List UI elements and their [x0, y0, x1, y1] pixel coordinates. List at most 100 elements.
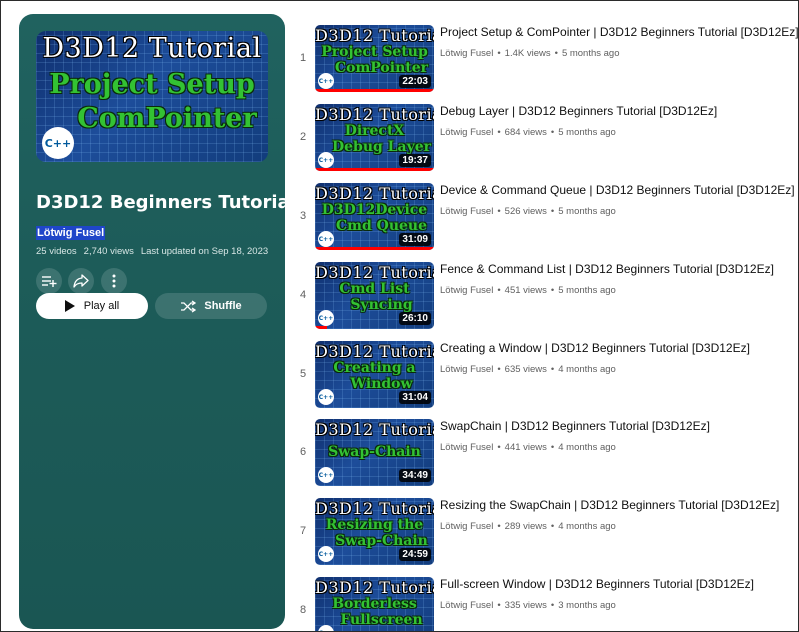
channel-name-link[interactable]: Lötwig Fusel — [440, 364, 493, 375]
separator-dot: • — [497, 127, 501, 138]
video-title-link[interactable]: Project Setup & ComPointer | D3D12 Begin… — [440, 25, 798, 39]
separator-dot: • — [497, 364, 501, 375]
video-age: 5 months ago — [558, 285, 616, 296]
video-duration: 19:37 — [399, 154, 431, 167]
separator-dot: • — [497, 521, 501, 532]
video-meta: Lötwig Fusel • 1.4K views • 5 months ago — [440, 48, 620, 59]
thumbnail-header-text: D3D12 Tutorial — [315, 263, 434, 282]
video-thumbnail[interactable]: D3D12 TutorialCreating aWindow C++ 31:04 — [315, 341, 434, 408]
more-actions-button[interactable] — [101, 268, 127, 294]
save-to-playlist-button[interactable] — [36, 268, 62, 294]
play-icon — [64, 300, 75, 312]
video-meta: Lötwig Fusel • 441 views • 4 months ago — [440, 442, 616, 453]
video-age: 4 months ago — [558, 364, 616, 375]
video-views: 684 views — [504, 127, 547, 138]
video-duration: 34:49 — [399, 469, 431, 482]
thumbnail-subtitle-line1: Project Setup — [321, 44, 428, 60]
thumbnail-subtitle-line1: Resizing the — [325, 517, 424, 533]
thumbnail-subtitle-line1: Cmd List — [339, 281, 410, 297]
video-age: 5 months ago — [558, 127, 616, 138]
video-meta: Lötwig Fusel • 526 views • 5 months ago — [440, 206, 616, 217]
video-row[interactable]: 4 D3D12 TutorialCmd ListSyncing C++ 26:10 Fe… — [291, 262, 796, 334]
thumbnail-header-text: D3D12 Tutorial — [315, 105, 434, 124]
video-title-link[interactable]: Debug Layer | D3D12 Beginners Tutorial [… — [440, 104, 717, 118]
video-views: 526 views — [504, 206, 547, 217]
separator-dot: • — [497, 48, 501, 59]
video-age: 4 months ago — [558, 442, 616, 453]
cpp-logo-icon: C++ — [318, 152, 334, 168]
thumbnail-subtitle-line1: Borderless — [332, 596, 417, 612]
channel-name-link[interactable]: Lötwig Fusel — [440, 442, 493, 453]
video-duration: 31:04 — [399, 391, 431, 404]
view-count: 2,740 views — [83, 246, 134, 257]
video-index: 6 — [299, 446, 307, 458]
cpp-logo-icon: C++ — [318, 389, 334, 405]
video-title-link[interactable]: SwapChain | D3D12 Beginners Tutorial [D3… — [440, 419, 710, 433]
video-thumbnail[interactable]: D3D12 TutorialResizing theSwap-ChainC++ 2… — [315, 498, 434, 565]
cpp-logo-icon: C++ — [42, 127, 74, 159]
channel-name-link[interactable]: Lötwig Fusel — [440, 285, 493, 296]
video-views: 335 views — [504, 600, 547, 611]
video-thumbnail[interactable]: D3D12 Tutorial Swap-Chain C++ 34:49 — [315, 419, 434, 486]
watch-progress-bar — [315, 168, 434, 171]
video-index: 4 — [299, 289, 307, 301]
playlist-owner-link[interactable]: Lötwig Fusel — [36, 226, 106, 240]
thumbnail-subtitle-line1: Creating a — [333, 360, 416, 376]
separator-dot: • — [497, 206, 501, 217]
video-thumbnail[interactable]: D3D12 TutorialCmd ListSyncing C++ 26:10 — [315, 262, 434, 329]
channel-name-link[interactable]: Lötwig Fusel — [440, 48, 493, 59]
thumbnail-subtitle-line2: Window — [350, 376, 413, 392]
channel-name-link[interactable]: Lötwig Fusel — [440, 600, 493, 611]
separator-dot: • — [550, 285, 555, 296]
share-button[interactable] — [68, 268, 94, 294]
cpp-logo-icon: C++ — [318, 73, 334, 89]
video-duration: 22:03 — [399, 75, 431, 88]
video-row[interactable]: 6 D3D12 Tutorial Swap-Chain C++ 34:49 SwapCha… — [291, 419, 796, 491]
separator-dot: • — [497, 442, 501, 453]
video-views: 1.4K views — [504, 48, 551, 59]
video-title-link[interactable]: Device & Command Queue | D3D12 Beginners… — [440, 183, 795, 197]
shuffle-button[interactable]: Shuffle — [155, 293, 267, 319]
thumbnail-subtitle-line2: Fullscreen — [340, 612, 423, 628]
video-row[interactable]: 7 D3D12 TutorialResizing theSwap-ChainC++… — [291, 498, 796, 570]
video-title-link[interactable]: Full-screen Window | D3D12 Beginners Tut… — [440, 577, 754, 591]
hero-title-text: D3D12 Tutorial — [42, 33, 262, 64]
playlist-hero-thumbnail[interactable]: D3D12 Tutorial Project Setup ComPointer … — [36, 31, 268, 162]
video-duration: 26:10 — [399, 312, 431, 325]
channel-name-link[interactable]: Lötwig Fusel — [440, 206, 493, 217]
video-duration: 24:59 — [399, 548, 431, 561]
video-thumbnail[interactable]: D3D12 TutorialProject SetupComPointerC++… — [315, 25, 434, 92]
playlist-header-panel: D3D12 Tutorial Project Setup ComPointer … — [19, 14, 285, 629]
share-icon — [73, 274, 89, 288]
thumbnail-subtitle-line2: Swap-Chain — [335, 533, 428, 549]
separator-dot: • — [550, 600, 555, 611]
channel-name-link[interactable]: Lötwig Fusel — [440, 521, 493, 532]
thumbnail-subtitle-line2: ComPointer — [334, 60, 429, 76]
video-row[interactable]: 1 D3D12 TutorialProject SetupComPointerC+… — [291, 25, 798, 97]
video-row[interactable]: 5 D3D12 TutorialCreating aWindow C++ 31:04 C… — [291, 341, 796, 413]
video-thumbnail[interactable]: D3D12 TutorialD3D12DeviceCmd QueueC++ 31:… — [315, 183, 434, 250]
video-title-link[interactable]: Fence & Command List | D3D12 Beginners T… — [440, 262, 774, 276]
video-thumbnail[interactable]: D3D12 TutorialDirectXDebug LayerC++ 19:37 — [315, 104, 434, 171]
watch-progress-bar — [315, 89, 434, 92]
video-meta: Lötwig Fusel • 684 views • 5 months ago — [440, 127, 616, 138]
video-meta: Lötwig Fusel • 289 views • 4 months ago — [440, 521, 616, 532]
play-all-button[interactable]: Play all — [36, 293, 148, 319]
thumbnail-header-text: D3D12 Tutorial — [315, 184, 434, 203]
video-thumbnail[interactable]: D3D12 TutorialBorderlessFullscreenC++ — [315, 577, 434, 631]
video-row[interactable]: 2 D3D12 TutorialDirectXDebug LayerC++ 19:3… — [291, 104, 796, 176]
video-row[interactable]: 3 D3D12 TutorialD3D12DeviceCmd QueueC++ 31… — [291, 183, 796, 255]
video-row[interactable]: 8D3D12 TutorialBorderlessFullscreenC++Fu… — [291, 577, 796, 631]
thumbnail-subtitle-line2: Debug Layer — [331, 139, 431, 155]
thumbnail-subtitle-line2: Syncing — [350, 297, 413, 313]
playlist-title: D3D12 Beginners Tutorial — [36, 192, 285, 213]
video-index: 3 — [299, 210, 307, 222]
video-views: 289 views — [504, 521, 547, 532]
video-count: 25 videos — [36, 246, 77, 257]
hero-subtitle-line1: Project Setup — [49, 69, 255, 100]
cpp-logo-icon: C++ — [318, 231, 334, 247]
video-title-link[interactable]: Creating a Window | D3D12 Beginners Tuto… — [440, 341, 750, 355]
separator-dot: • — [497, 285, 501, 296]
channel-name-link[interactable]: Lötwig Fusel — [440, 127, 493, 138]
video-title-link[interactable]: Resizing the SwapChain | D3D12 Beginners… — [440, 498, 779, 512]
